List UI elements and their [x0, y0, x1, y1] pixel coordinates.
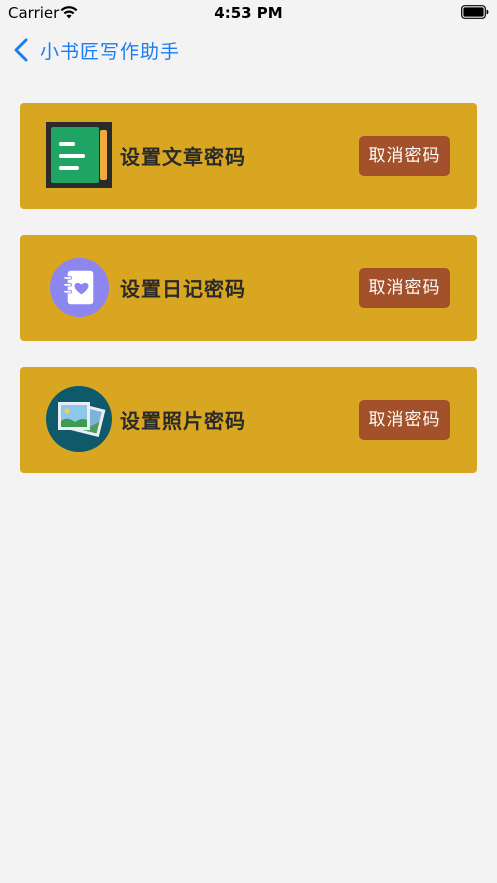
- article-icon: [46, 122, 112, 188]
- back-button[interactable]: 小书匠写作助手: [12, 34, 180, 66]
- photo-icon: [46, 386, 112, 452]
- cancel-password-button[interactable]: 取消密码: [359, 268, 450, 308]
- card-photo-password: 设置照片密码 取消密码: [20, 367, 477, 473]
- diary-icon: [50, 258, 109, 317]
- card-label: 设置文章密码: [120, 145, 246, 169]
- cancel-password-button[interactable]: 取消密码: [359, 136, 450, 176]
- status-bar: Carrier 4:53 PM: [0, 0, 497, 26]
- battery-icon: [461, 5, 489, 19]
- clock: 4:53 PM: [214, 4, 283, 22]
- card-article-password: 设置文章密码 取消密码: [20, 103, 477, 209]
- card-label: 设置照片密码: [120, 409, 246, 433]
- card-diary-password: 设置日记密码 取消密码: [20, 235, 477, 341]
- card-label: 设置日记密码: [120, 277, 246, 301]
- back-label: 小书匠写作助手: [40, 40, 181, 63]
- cancel-password-button[interactable]: 取消密码: [359, 400, 450, 440]
- chevron-left-icon: [14, 38, 28, 62]
- nav-bar: 小书匠写作助手: [0, 30, 497, 70]
